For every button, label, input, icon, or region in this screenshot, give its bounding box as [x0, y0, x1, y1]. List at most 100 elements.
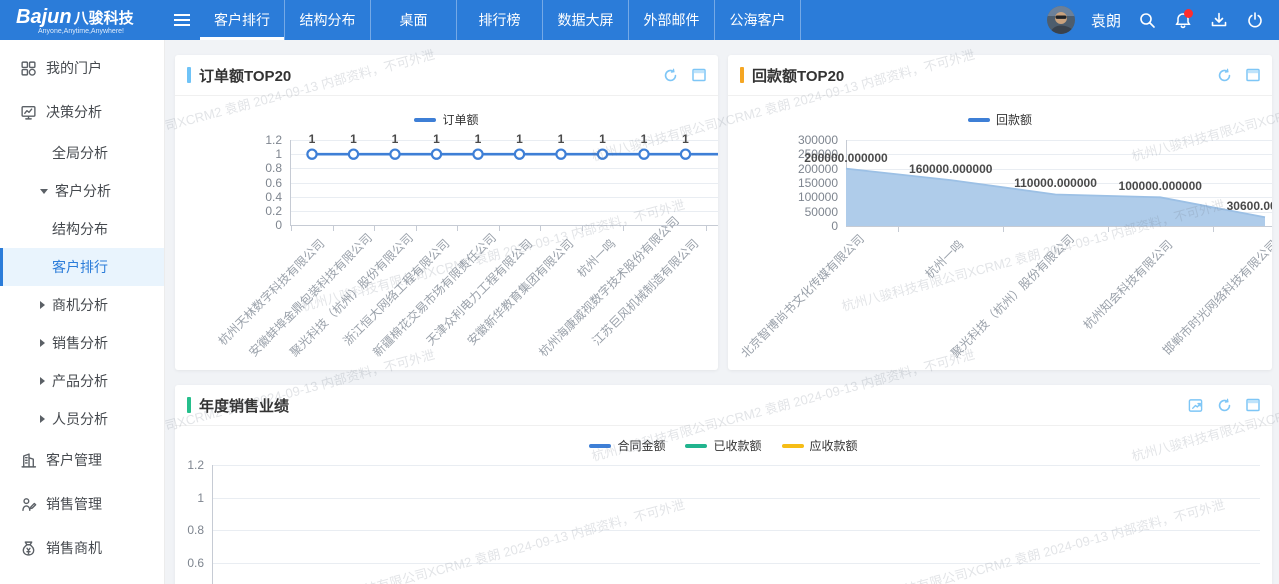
- sidebar-item-12[interactable]: 销售商机: [0, 526, 164, 570]
- caret-right-icon: [40, 301, 45, 309]
- chart-legend: 合同金额 已收款额 应收款额: [175, 437, 1272, 454]
- legend-item[interactable]: 应收款额: [782, 437, 858, 454]
- annual-sales-chart[interactable]: 合同金额 已收款额 应收款额 1.2 1 0.8 0.6: [175, 385, 1272, 584]
- search-icon[interactable]: [1137, 10, 1157, 30]
- data-point-label: 1: [339, 132, 369, 146]
- topbar-right: 袁朗: [1047, 0, 1279, 40]
- y-tick-label: 1.2: [175, 458, 204, 472]
- legend-item[interactable]: 合同金额: [589, 437, 665, 454]
- sidebar-item-3[interactable]: 客户分析: [0, 172, 164, 210]
- sidebar-item-label: 决策分析: [46, 102, 102, 122]
- topbar: Bajun 八骏科技 Anyone,Anytime,Anywhere! 客户排行…: [0, 0, 1279, 40]
- user-name[interactable]: 袁朗: [1091, 10, 1121, 31]
- nav-tab-2[interactable]: 桌面: [371, 0, 457, 40]
- data-point[interactable]: [515, 150, 524, 159]
- y-gridline: [212, 530, 1260, 531]
- data-point[interactable]: [598, 150, 607, 159]
- sidebar-item-label: 客户排行: [52, 257, 108, 277]
- sales-icon: [20, 496, 37, 513]
- sidebar-item-1[interactable]: 决策分析: [0, 90, 164, 134]
- sidebar-item-label: 客户管理: [46, 450, 102, 470]
- data-point-label: 30600.000000: [1200, 199, 1272, 213]
- orders-top20-chart[interactable]: 订单额1.210.80.60.40.201111111111杭州天林数字科技有限…: [175, 55, 718, 370]
- sidebar: 我的门户决策分析全局分析客户分析结构分布客户排行商机分析销售分析产品分析人员分析…: [0, 40, 165, 584]
- sidebar-item-label: 商机分析: [52, 295, 108, 315]
- nav-tab-0[interactable]: 客户排行: [199, 0, 285, 40]
- legend-label: 应收款额: [810, 437, 858, 454]
- legend-label: 合同金额: [617, 437, 665, 454]
- main-content: 订单额TOP20 订单额1.210.80.60.40.201111111111杭…: [165, 40, 1279, 584]
- menu-toggle-icon[interactable]: [165, 0, 199, 40]
- x-tick: [1213, 227, 1214, 232]
- data-point[interactable]: [639, 150, 648, 159]
- sidebar-item-4[interactable]: 结构分布: [0, 210, 164, 248]
- y-tick-label: 1: [175, 491, 204, 505]
- x-tick: [1108, 227, 1109, 232]
- legend-marker: [782, 444, 804, 448]
- nav-tab-3[interactable]: 排行榜: [457, 0, 543, 40]
- sidebar-item-label: 产品分析: [52, 371, 108, 391]
- nav-tab-5[interactable]: 外部邮件: [629, 0, 715, 40]
- payments-top20-panel: 回款额TOP20 回款额3000002500002000001500001000…: [728, 55, 1272, 370]
- power-icon[interactable]: [1245, 10, 1265, 30]
- sidebar-item-label: 销售分析: [52, 333, 108, 353]
- data-point[interactable]: [307, 150, 316, 159]
- x-tick: [898, 227, 899, 232]
- sidebar-item-10[interactable]: 客户管理: [0, 438, 164, 482]
- sidebar-item-6[interactable]: 商机分析: [0, 286, 164, 324]
- legend-item[interactable]: 已收款额: [685, 437, 761, 454]
- data-point-label: 1: [671, 132, 701, 146]
- y-gridline: [212, 465, 1260, 466]
- data-point-label: 1: [629, 132, 659, 146]
- y-gridline: [212, 498, 1260, 499]
- x-tick: [1003, 227, 1004, 232]
- avatar[interactable]: [1047, 6, 1075, 34]
- orders-top20-panel: 订单额TOP20 订单额1.210.80.60.40.201111111111杭…: [175, 55, 718, 370]
- logo-tagline: Anyone,Anytime,Anywhere!: [38, 28, 165, 35]
- data-point[interactable]: [473, 150, 482, 159]
- data-point[interactable]: [390, 150, 399, 159]
- sidebar-item-9[interactable]: 人员分析: [0, 400, 164, 438]
- nav-tab-4[interactable]: 数据大屏: [543, 0, 629, 40]
- data-point[interactable]: [556, 150, 565, 159]
- sidebar-item-label: 结构分布: [52, 219, 108, 239]
- app-logo[interactable]: Bajun 八骏科技 Anyone,Anytime,Anywhere!: [0, 0, 165, 40]
- data-point-label: 1: [297, 132, 327, 146]
- sidebar-item-label: 销售商机: [46, 538, 102, 558]
- annual-sales-panel: 年度销售业绩 合同金额已收款额应收款额1.210.80.6: [175, 385, 1272, 584]
- caret-right-icon: [40, 339, 45, 347]
- sidebar-item-5[interactable]: 客户排行: [0, 248, 164, 286]
- sidebar-item-7[interactable]: 销售分析: [0, 324, 164, 362]
- data-point-label: 1: [422, 132, 452, 146]
- data-point-label: 100000.000000: [1095, 179, 1225, 193]
- data-point[interactable]: [349, 150, 358, 159]
- analysis-icon: [20, 104, 37, 121]
- data-point[interactable]: [681, 150, 690, 159]
- sidebar-item-8[interactable]: 产品分析: [0, 362, 164, 400]
- payments-top20-chart[interactable]: 回款额3000002500002000001500001000005000002…: [728, 55, 1272, 370]
- caret-down-icon: [40, 189, 48, 194]
- data-point-label: 1: [463, 132, 493, 146]
- sidebar-item-2[interactable]: 全局分析: [0, 134, 164, 172]
- sidebar-item-0[interactable]: 我的门户: [0, 46, 164, 90]
- download-icon[interactable]: [1209, 10, 1229, 30]
- sidebar-item-13[interactable]: 合同管理: [0, 570, 164, 584]
- data-point[interactable]: [432, 150, 441, 159]
- legend-label: 已收款额: [713, 437, 761, 454]
- bell-icon[interactable]: [1173, 10, 1193, 30]
- data-point-label: 1: [380, 132, 410, 146]
- portal-icon: [20, 60, 37, 77]
- y-tick-label: 0.8: [175, 523, 204, 537]
- sidebar-item-label: 人员分析: [52, 409, 108, 429]
- y-gridline: [212, 563, 1260, 564]
- nav-tab-1[interactable]: 结构分布: [285, 0, 371, 40]
- data-point-label: 1: [546, 132, 576, 146]
- legend-marker: [589, 444, 611, 448]
- logo-text-en: Bajun: [16, 6, 72, 29]
- legend-marker: [685, 444, 707, 448]
- nav-tab-6[interactable]: 公海客户: [715, 0, 801, 40]
- sidebar-item-label: 全局分析: [52, 143, 108, 163]
- y-tick-label: 0.6: [175, 556, 204, 570]
- sidebar-item-11[interactable]: 销售管理: [0, 482, 164, 526]
- data-point-label: 1: [505, 132, 535, 146]
